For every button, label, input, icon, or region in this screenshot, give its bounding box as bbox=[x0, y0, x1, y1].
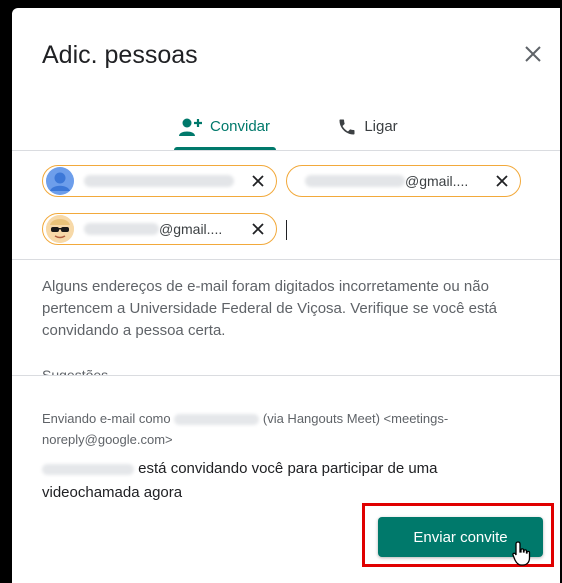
person-icon bbox=[46, 167, 74, 195]
text-input-caret[interactable] bbox=[286, 220, 287, 240]
tab-bar: Convidar Ligar bbox=[12, 103, 560, 151]
tabs-divider bbox=[12, 150, 560, 151]
close-icon bbox=[252, 175, 264, 187]
person-add-icon bbox=[178, 118, 202, 136]
tab-call-label: Ligar bbox=[364, 118, 398, 135]
suggestions-label: Sugestões bbox=[42, 367, 109, 375]
remove-chip-button[interactable] bbox=[249, 172, 267, 190]
close-icon bbox=[525, 46, 541, 62]
recipient-chip[interactable]: @gmail.... bbox=[286, 165, 521, 197]
tab-invite-label: Convidar bbox=[209, 118, 271, 135]
sending-prefix: Enviando e-mail como bbox=[42, 411, 171, 426]
remove-chip-button[interactable] bbox=[249, 220, 267, 238]
close-button[interactable] bbox=[519, 40, 547, 68]
tab-invite[interactable]: Convidar bbox=[172, 103, 277, 150]
phone-icon bbox=[339, 119, 355, 134]
invalid-email-warning: Alguns endereços de e-mail foram digitad… bbox=[42, 278, 497, 339]
recipient-chip[interactable] bbox=[42, 165, 277, 197]
redacted-email bbox=[84, 223, 159, 235]
sunglasses-avatar bbox=[46, 215, 74, 243]
close-icon bbox=[496, 175, 508, 187]
sending-as-note: Enviando e-mail como (via Hangouts Meet)… bbox=[42, 408, 512, 450]
email-domain: @gmail.... bbox=[159, 221, 223, 237]
recipients-divider bbox=[12, 259, 560, 260]
email-domain: @gmail.... bbox=[405, 173, 469, 189]
tab-call[interactable]: Ligar bbox=[330, 103, 405, 150]
redacted-email bbox=[84, 175, 234, 187]
default-avatar bbox=[46, 167, 74, 195]
close-icon bbox=[252, 223, 264, 235]
redacted-email bbox=[305, 175, 405, 187]
footer-divider bbox=[12, 375, 560, 376]
hand-pointer-cursor-icon bbox=[512, 541, 531, 566]
recipient-chip[interactable]: @gmail.... bbox=[42, 213, 277, 245]
redacted-sender-name bbox=[174, 414, 260, 426]
add-people-dialog: Adic. pessoas Convidar Ligar @gmail.... … bbox=[12, 8, 560, 583]
dialog-title: Adic. pessoas bbox=[42, 41, 198, 69]
redacted-inviter-name bbox=[42, 463, 134, 475]
remove-chip-button[interactable] bbox=[493, 172, 511, 190]
sunglasses-face-icon bbox=[46, 215, 74, 243]
invite-message: está convidando você para participar de … bbox=[42, 457, 522, 505]
